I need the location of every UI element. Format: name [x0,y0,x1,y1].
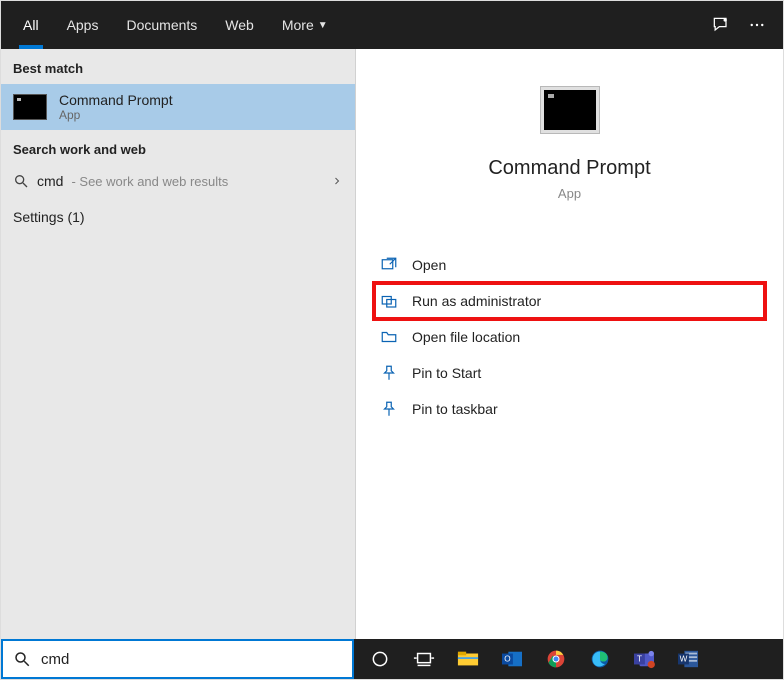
search-scope-tabs: All Apps Documents Web More ▼ [1,1,783,49]
chevron-right-icon [331,175,343,187]
outlook-icon[interactable]: O [490,639,534,679]
pin-taskbar-icon [380,400,398,418]
best-match-result[interactable]: Command Prompt App [1,84,355,130]
work-web-query: cmd [37,173,63,189]
folder-icon [380,328,398,346]
svg-text:T: T [637,655,642,664]
word-icon[interactable]: W [666,639,710,679]
file-explorer-icon[interactable] [446,639,490,679]
best-match-title: Command Prompt [59,92,173,108]
tab-all[interactable]: All [9,1,53,49]
tab-apps-label: Apps [67,17,99,33]
taskbar-search[interactable] [1,639,354,679]
tab-apps[interactable]: Apps [53,1,113,49]
preview-app-icon [541,87,599,133]
action-open-label: Open [412,257,446,273]
teams-icon[interactable]: T [622,639,666,679]
svg-text:O: O [504,655,510,664]
more-options-icon[interactable] [739,7,775,43]
results-panel: Best match Command Prompt App Search wor… [1,49,356,641]
pin-start-icon [380,364,398,382]
action-pin-to-taskbar[interactable]: Pin to taskbar [374,391,765,427]
action-pin-to-taskbar-label: Pin to taskbar [412,401,498,417]
preview-title: Command Prompt [488,157,650,180]
tab-more[interactable]: More ▼ [268,1,342,49]
chevron-down-icon: ▼ [318,20,328,31]
feedback-icon[interactable] [703,7,739,43]
cmd-icon [13,94,47,120]
tab-web-label: Web [225,17,254,33]
open-icon [380,256,398,274]
best-match-sub: App [59,108,173,122]
chrome-icon[interactable] [534,639,578,679]
tab-web[interactable]: Web [211,1,268,49]
cortana-icon[interactable] [358,639,402,679]
work-web-header: Search work and web [1,130,355,165]
best-match-header: Best match [1,49,355,84]
search-icon [13,650,31,668]
work-web-result[interactable]: cmd - See work and web results [1,165,355,197]
settings-results[interactable]: Settings (1) [1,197,355,237]
preview-sub: App [558,186,581,201]
taskbar: O T W [1,639,783,679]
settings-results-label: Settings (1) [13,209,85,225]
edge-icon[interactable] [578,639,622,679]
action-open-file-location-label: Open file location [412,329,520,345]
shield-admin-icon [380,292,398,310]
svg-text:W: W [680,655,688,664]
action-open-file-location[interactable]: Open file location [374,319,765,355]
action-open[interactable]: Open [374,247,765,283]
search-input[interactable] [41,651,342,668]
tab-documents-label: Documents [126,17,197,33]
task-view-icon[interactable] [402,639,446,679]
work-web-hint: - See work and web results [71,174,228,189]
action-pin-to-start-label: Pin to Start [412,365,481,381]
preview-panel: Command Prompt App Open Run as administr… [356,49,783,641]
tab-all-label: All [23,17,39,33]
tab-more-label: More [282,17,314,33]
search-icon [13,173,29,189]
action-run-as-administrator-label: Run as administrator [412,293,541,309]
action-run-as-administrator[interactable]: Run as administrator [374,283,765,319]
preview-actions: Open Run as administrator Open file loca… [368,247,771,427]
action-pin-to-start[interactable]: Pin to Start [374,355,765,391]
tab-documents[interactable]: Documents [112,1,211,49]
